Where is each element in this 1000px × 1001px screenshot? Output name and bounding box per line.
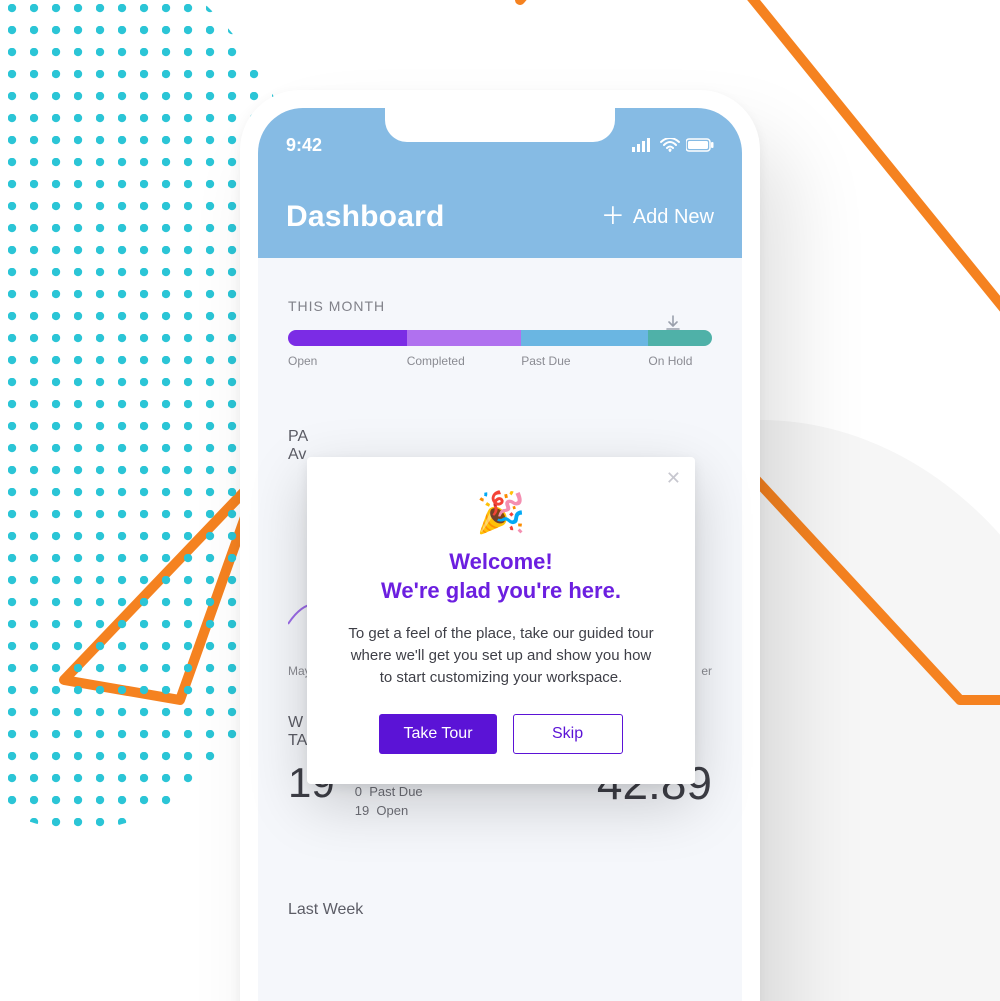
bar-seg-past-due <box>521 330 648 346</box>
past6-line1: PA <box>288 428 712 446</box>
legend-open: Open <box>288 354 407 368</box>
phone-notch <box>385 108 615 142</box>
bar-seg-completed <box>407 330 521 346</box>
skip-button[interactable]: Skip <box>513 714 623 754</box>
x-axis-right: er <box>701 664 712 678</box>
modal-body-text: To get a feel of the place, take our gui… <box>343 623 659 688</box>
add-new-button[interactable]: ＋ Add New <box>601 206 714 229</box>
page-title: Dashboard <box>286 200 445 234</box>
modal-title: Welcome! We're glad you're here. <box>343 548 659 605</box>
take-tour-button[interactable]: Take Tour <box>379 714 496 754</box>
status-legend: Open Completed Past Due On Hold <box>288 354 712 368</box>
wifi-icon <box>660 138 680 152</box>
close-icon[interactable]: ✕ <box>666 469 681 487</box>
last-week-label: Last Week <box>288 901 712 919</box>
legend-past-due: Past Due <box>521 354 648 368</box>
battery-icon <box>686 138 714 152</box>
signal-icon <box>632 138 654 152</box>
bar-seg-open <box>288 330 407 346</box>
legend-completed: Completed <box>407 354 521 368</box>
stat-row: 19 Open <box>355 801 432 821</box>
this-month-label: THIS MONTH <box>288 298 712 314</box>
party-popper-icon: 🎉 <box>343 489 659 536</box>
add-new-label: Add New <box>633 206 714 229</box>
stat-row: 0 Past Due <box>355 782 432 802</box>
this-month-section: THIS MONTH Open Completed Past Due On Ho… <box>288 298 712 368</box>
status-right <box>632 138 714 152</box>
legend-on-hold: On Hold <box>648 354 712 368</box>
status-progress-bar <box>288 330 712 346</box>
plus-icon: ＋ <box>601 206 625 228</box>
status-time: 9:42 <box>286 135 322 156</box>
download-icon[interactable] <box>664 314 682 337</box>
welcome-modal: ✕ 🎉 Welcome! We're glad you're here. To … <box>307 457 695 784</box>
